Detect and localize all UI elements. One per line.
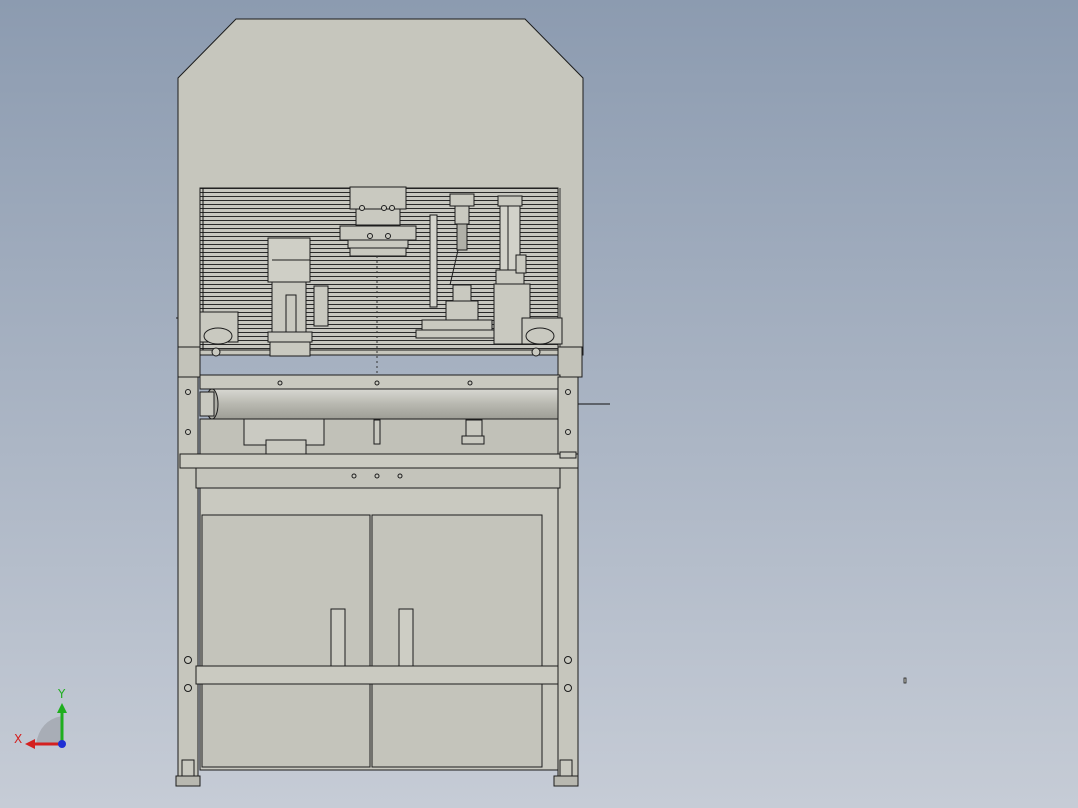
right-frame-column bbox=[557, 376, 579, 780]
left-frame-column bbox=[177, 376, 199, 780]
machine-front-view[interactable] bbox=[0, 0, 1078, 808]
cabinet-door-right[interactable] bbox=[371, 514, 543, 768]
door-handle-left[interactable] bbox=[330, 608, 346, 668]
table-top bbox=[179, 453, 579, 469]
z-axis-dot bbox=[58, 740, 66, 748]
lower-cabinet bbox=[195, 487, 559, 771]
left-side-post bbox=[177, 346, 201, 378]
cross-brace bbox=[195, 665, 559, 685]
guide-rod bbox=[429, 214, 438, 308]
right-side-post bbox=[557, 346, 583, 378]
main-horizontal-cylinder bbox=[199, 388, 559, 420]
cad-graphics-viewport[interactable] bbox=[0, 0, 1078, 808]
door-handle-right[interactable] bbox=[398, 608, 414, 668]
triad-y-label: Y bbox=[58, 687, 66, 701]
triad-x-label: X bbox=[14, 732, 23, 746]
upper-rail bbox=[199, 374, 561, 390]
